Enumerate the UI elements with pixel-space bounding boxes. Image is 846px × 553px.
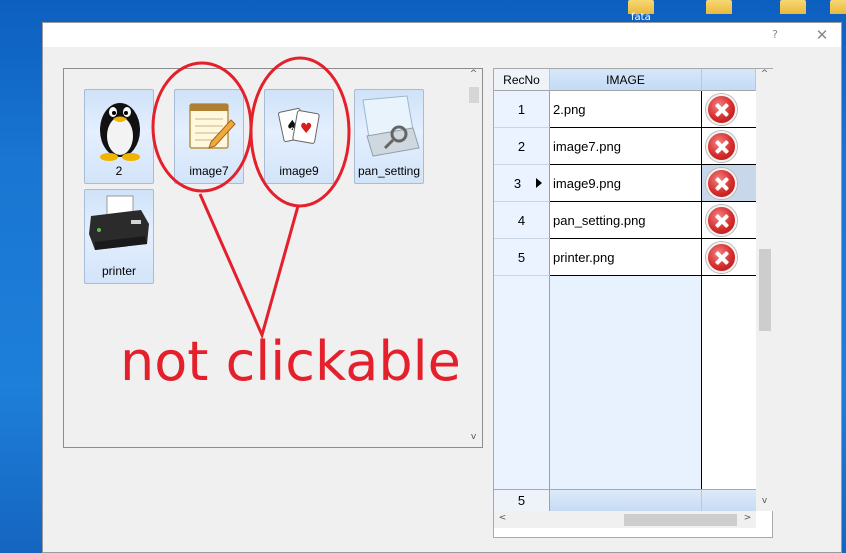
tile-label: image9 bbox=[279, 164, 319, 178]
recno-cell: 1 bbox=[494, 91, 550, 128]
tile-image9[interactable]: ♠ ♥ image9 bbox=[264, 89, 334, 184]
annotation-text: not clickable bbox=[120, 330, 461, 393]
delete-icon[interactable] bbox=[706, 168, 737, 199]
tile-label: pan_setting bbox=[357, 164, 421, 178]
table-row[interactable]: 2 image7.png bbox=[494, 128, 756, 165]
scroll-down-arrow[interactable]: v bbox=[756, 496, 773, 506]
desktop-folder-icon[interactable]: fata bbox=[628, 0, 658, 23]
delete-cell[interactable] bbox=[702, 128, 756, 165]
svg-text:♥: ♥ bbox=[300, 121, 313, 137]
tile-image7[interactable]: image7 bbox=[174, 89, 244, 184]
playing-cards-icon: ♠ ♥ bbox=[277, 107, 320, 144]
footer-image-cell bbox=[550, 490, 702, 512]
delete-icon[interactable] bbox=[706, 205, 737, 236]
column-header-image[interactable]: IMAGE bbox=[550, 69, 702, 91]
title-bar[interactable]: ? ✕ bbox=[43, 23, 841, 47]
image-cell[interactable]: image9.png bbox=[550, 165, 702, 202]
tile-label: image7 bbox=[189, 164, 229, 178]
image-data-grid: RecNo IMAGE 1 2.png 2 image7.png 3 image… bbox=[493, 68, 773, 538]
scanner-icon bbox=[362, 95, 420, 157]
penguin-icon bbox=[100, 103, 140, 161]
scroll-right-arrow[interactable]: > bbox=[739, 513, 756, 523]
delete-cell[interactable] bbox=[702, 202, 756, 239]
recno-cell: 5 bbox=[494, 239, 550, 276]
dialog-window: ? ✕ 2 image7 ♠ ♥ image9 pan_setting prin… bbox=[42, 22, 842, 553]
table-row[interactable]: 1 2.png bbox=[494, 91, 756, 128]
recno-cell: 2 bbox=[494, 128, 550, 165]
table-row[interactable]: 4 pan_setting.png bbox=[494, 202, 756, 239]
tile-2[interactable]: 2 bbox=[84, 89, 154, 184]
desktop-folder-icon[interactable] bbox=[706, 0, 736, 16]
image-cell[interactable]: 2.png bbox=[550, 91, 702, 128]
close-button[interactable]: ✕ bbox=[812, 26, 832, 44]
delete-icon[interactable] bbox=[706, 242, 737, 273]
image-cell[interactable]: image7.png bbox=[550, 128, 702, 165]
column-header-recno[interactable]: RecNo bbox=[494, 69, 550, 91]
column-header-action[interactable] bbox=[702, 69, 756, 91]
delete-icon[interactable] bbox=[706, 131, 737, 162]
table-row-current[interactable]: 3 image9.png bbox=[494, 165, 756, 202]
recno-value: 3 bbox=[513, 176, 522, 191]
recno-cell: 3 bbox=[494, 165, 550, 202]
scroll-up-arrow[interactable]: ^ bbox=[756, 69, 773, 79]
delete-cell[interactable] bbox=[702, 91, 756, 128]
delete-icon[interactable] bbox=[706, 94, 737, 125]
footer-recno: 5 bbox=[494, 490, 550, 512]
scroll-left-arrow[interactable]: < bbox=[494, 513, 511, 523]
scroll-down-arrow[interactable]: v bbox=[465, 432, 482, 442]
desktop-folder-icon[interactable] bbox=[780, 0, 810, 16]
notepad-icon bbox=[189, 103, 236, 149]
footer-row: 5 bbox=[494, 489, 756, 512]
table-row[interactable]: 5 printer.png bbox=[494, 239, 756, 276]
grid-vertical-scrollbar[interactable]: ^ v bbox=[756, 69, 773, 511]
image-cell[interactable]: pan_setting.png bbox=[550, 202, 702, 239]
current-row-indicator-icon bbox=[536, 178, 542, 188]
grid-horizontal-scrollbar[interactable]: < > bbox=[494, 511, 756, 528]
help-button[interactable]: ? bbox=[765, 28, 785, 46]
scroll-thumb[interactable] bbox=[624, 514, 737, 526]
tile-printer[interactable]: printer bbox=[84, 189, 154, 284]
printer-icon bbox=[89, 195, 149, 250]
scroll-thumb[interactable] bbox=[759, 249, 771, 331]
desktop-folder-icon[interactable] bbox=[830, 0, 846, 16]
recno-cell: 4 bbox=[494, 202, 550, 239]
scroll-thumb[interactable] bbox=[469, 87, 479, 103]
vertical-scrollbar[interactable]: ^ v bbox=[465, 69, 482, 447]
delete-cell[interactable] bbox=[702, 165, 756, 202]
tile-label: 2 bbox=[115, 164, 123, 178]
delete-cell[interactable] bbox=[702, 239, 756, 276]
tile-pan-setting[interactable]: pan_setting bbox=[354, 89, 424, 184]
scroll-up-arrow[interactable]: ^ bbox=[465, 69, 482, 79]
tile-label: printer bbox=[101, 264, 136, 278]
image-cell[interactable]: printer.png bbox=[550, 239, 702, 276]
